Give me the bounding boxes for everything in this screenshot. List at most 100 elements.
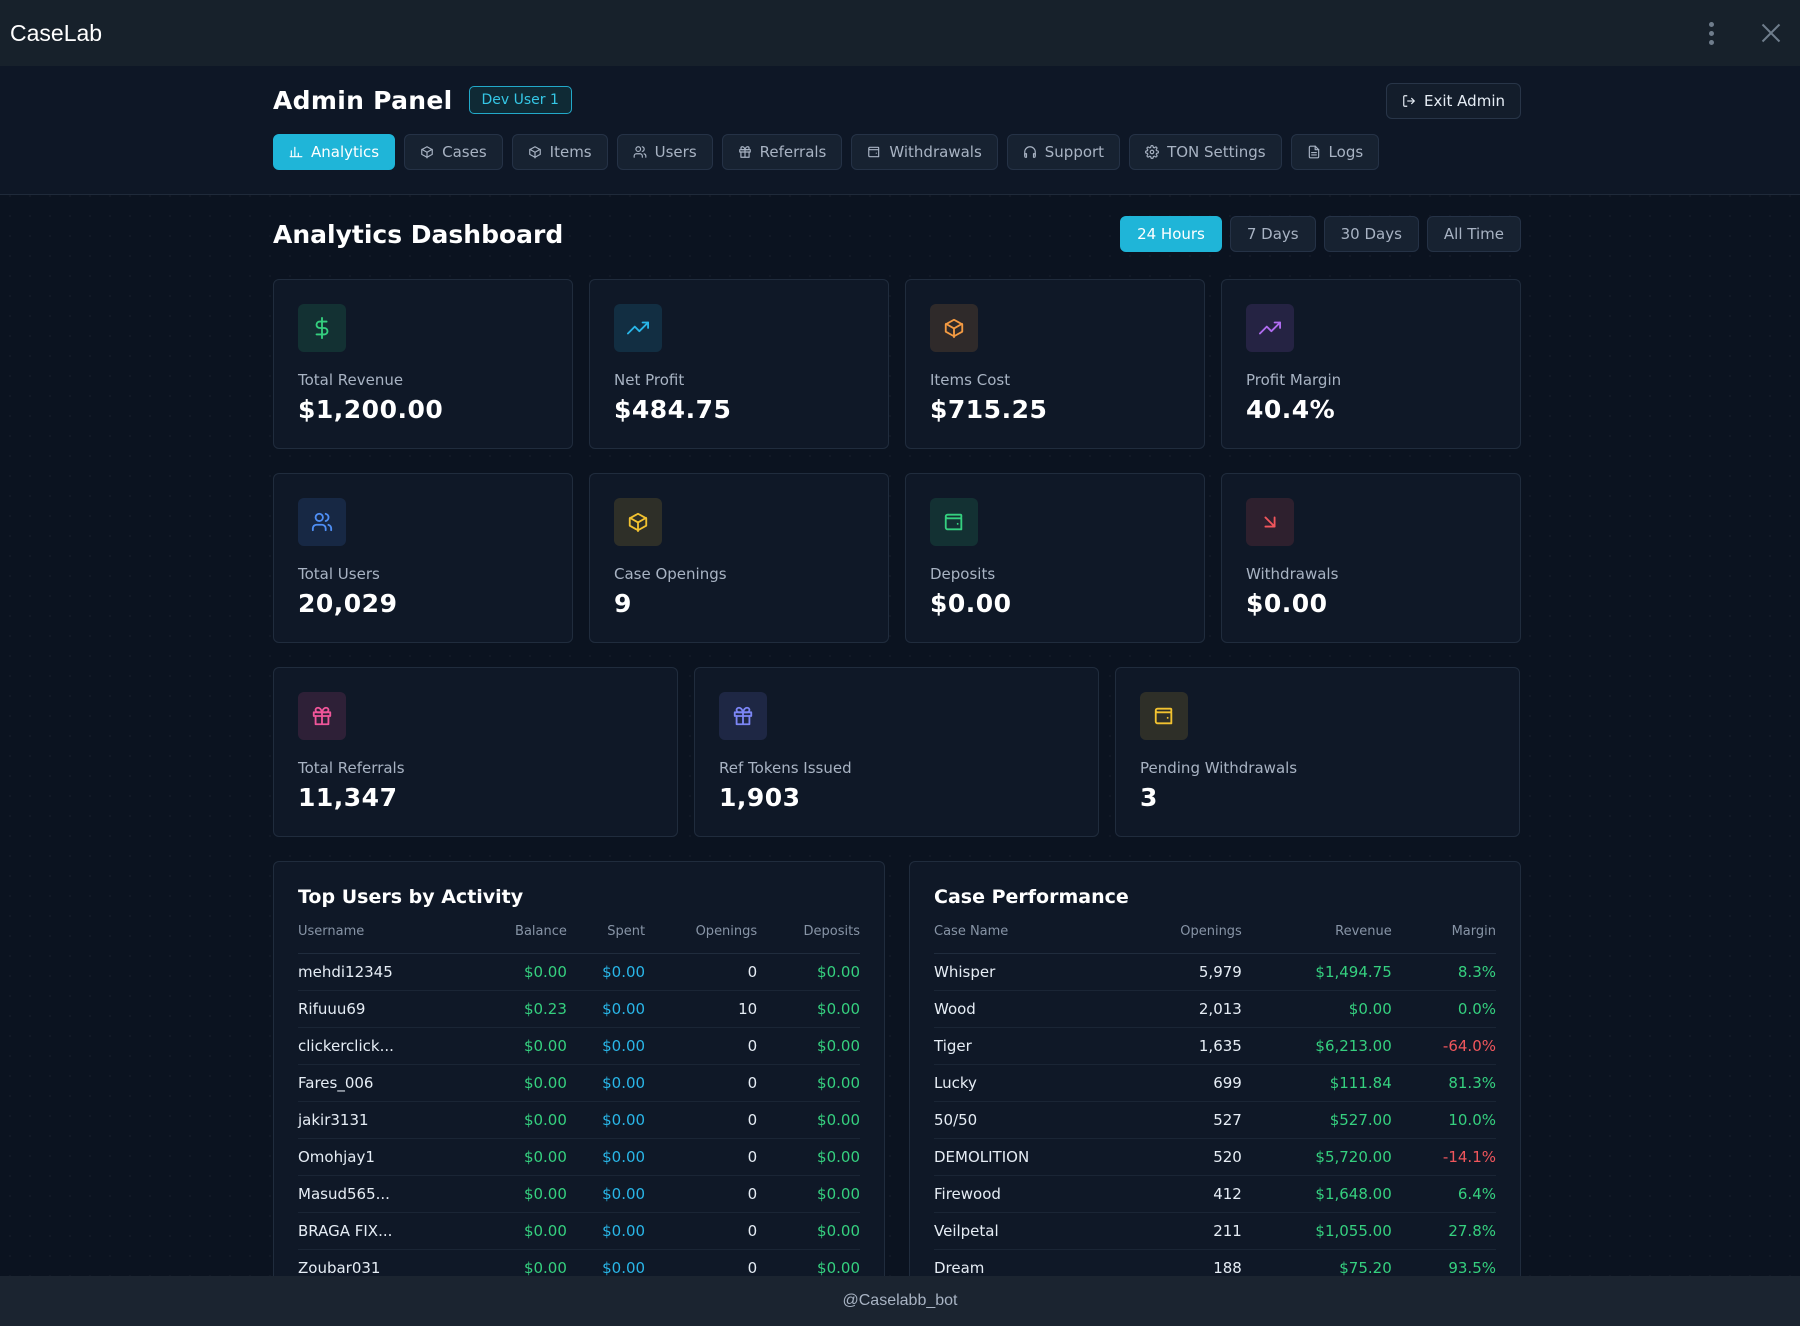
case-performance-table: Case Name Openings Revenue Margin Whisper 5,… xyxy=(934,924,1496,1276)
arrow-down-right-icon xyxy=(1264,516,1276,528)
table-header: Case Name Openings Revenue Margin xyxy=(934,924,1496,954)
stat-label: Total Referrals xyxy=(298,759,405,777)
tab-users[interactable]: Users xyxy=(616,134,713,170)
table-row: DEMOLITION 520 $5,720.00 -14.1% xyxy=(934,1138,1496,1176)
table-row: mehdi12345 $0.00 $0.00 0 $0.00 xyxy=(298,953,860,991)
cell-balance: $0.00 xyxy=(472,953,567,991)
cell-case-name: Dream xyxy=(934,1249,1121,1276)
range-30-days-button[interactable]: 30 Days xyxy=(1323,216,1419,252)
stat-card-ref-tokens-issued: Ref Tokens Issued 1,903 xyxy=(694,667,1099,837)
cell-margin: 6.4% xyxy=(1391,1175,1496,1213)
more-options-icon[interactable] xyxy=(1696,18,1726,48)
stat-value: 3 xyxy=(1140,783,1158,812)
cell-openings: 0 xyxy=(645,1027,758,1065)
table-row: Whisper 5,979 $1,494.75 8.3% xyxy=(934,953,1496,991)
cell-username: mehdi12345 xyxy=(298,953,473,991)
cell-openings: 412 xyxy=(1120,1175,1242,1213)
cell-case-name: Firewood xyxy=(934,1175,1121,1213)
tab-logs[interactable]: Logs xyxy=(1290,134,1380,170)
stat-value: 9 xyxy=(614,589,632,618)
gift-icon xyxy=(312,706,332,726)
admin-content: Admin Panel Dev User 1 Exit Admin Analyt… xyxy=(0,66,1800,1276)
cell-margin: 93.5% xyxy=(1391,1249,1496,1276)
cell-spent: $0.00 xyxy=(566,1064,646,1102)
tab-support[interactable]: Support xyxy=(1006,134,1121,170)
column-header-case-name: Case Name xyxy=(934,924,1121,954)
stat-label: Items Cost xyxy=(930,371,1011,389)
close-icon[interactable] xyxy=(1756,18,1786,48)
cell-deposits: $0.00 xyxy=(757,1175,860,1213)
range-24-hours-button[interactable]: 24 Hours xyxy=(1120,216,1222,252)
admin-title-row: Admin Panel Dev User 1 Exit Admin xyxy=(273,83,1521,119)
cell-username: jakir3131 xyxy=(298,1101,473,1139)
tab-label: Items xyxy=(549,143,592,161)
cell-margin: 27.8% xyxy=(1391,1212,1496,1250)
column-header-spent: Spent xyxy=(566,924,646,954)
box-icon xyxy=(421,146,433,159)
stat-label: Total Users xyxy=(298,565,380,583)
cell-deposits: $0.00 xyxy=(757,1101,860,1139)
cell-margin: 81.3% xyxy=(1391,1064,1496,1102)
gift-icon xyxy=(733,706,753,726)
cell-case-name: Tiger xyxy=(934,1027,1121,1065)
tab-referrals[interactable]: Referrals xyxy=(721,134,843,170)
stat-card-items-cost: Items Cost $715.25 xyxy=(905,279,1205,449)
cell-deposits: $0.00 xyxy=(757,1249,860,1276)
cell-case-name: Lucky xyxy=(934,1064,1121,1102)
trending-up-icon xyxy=(1259,321,1281,335)
tab-ton-settings[interactable]: TON Settings xyxy=(1129,134,1282,170)
cell-spent: $0.00 xyxy=(566,1175,646,1213)
cell-margin: -64.0% xyxy=(1391,1027,1496,1065)
window-controls xyxy=(1696,0,1800,66)
stats-row-financial: Total Revenue $1,200.00 Net Profit $484.75 I… xyxy=(273,279,1521,449)
cell-openings: 0 xyxy=(645,1249,758,1276)
stat-icon-wrap xyxy=(930,498,978,546)
gear-icon xyxy=(1145,145,1160,159)
stat-value: $1,200.00 xyxy=(298,395,444,424)
cell-openings: 0 xyxy=(645,1138,758,1176)
stat-icon-wrap xyxy=(930,304,978,352)
table-row: Fares_006 $0.00 $0.00 0 $0.00 xyxy=(298,1064,860,1102)
tables-section: Top Users by Activity Username Balance Spe… xyxy=(273,861,1521,1276)
range-all-time-button[interactable]: All Time xyxy=(1426,216,1521,252)
stat-card-profit-margin: Profit Margin 40.4% xyxy=(1221,279,1521,449)
stat-label: Deposits xyxy=(930,565,996,583)
cell-openings: 0 xyxy=(645,1212,758,1250)
table-row: BRAGA FIX... $0.00 $0.00 0 $0.00 xyxy=(298,1212,860,1250)
exit-admin-button[interactable]: Exit Admin xyxy=(1386,83,1521,119)
tab-items[interactable]: Items xyxy=(511,134,608,170)
cell-username: clickerclick... xyxy=(298,1027,473,1065)
top-users-panel: Top Users by Activity Username Balance Spe… xyxy=(273,861,885,1276)
stat-value: 20,029 xyxy=(298,589,398,618)
column-header-deposits: Deposits xyxy=(757,924,860,954)
range-7-days-button[interactable]: 7 Days xyxy=(1229,216,1316,252)
table-row: clickerclick... $0.00 $0.00 0 $0.00 xyxy=(298,1027,860,1065)
tab-label: Cases xyxy=(442,143,487,161)
stat-value: $0.00 xyxy=(1246,589,1328,618)
cell-case-name: Veilpetal xyxy=(934,1212,1121,1250)
cell-margin: 10.0% xyxy=(1391,1101,1496,1139)
wallet-icon xyxy=(868,146,880,158)
table-row: Zoubar031 $0.00 $0.00 0 $0.00 xyxy=(298,1249,860,1276)
stat-icon-wrap xyxy=(614,498,662,546)
tab-analytics[interactable]: Analytics xyxy=(273,134,396,170)
table-row: Omohjay1 $0.00 $0.00 0 $0.00 xyxy=(298,1138,860,1176)
cell-margin: 0.0% xyxy=(1391,990,1496,1028)
column-header-margin: Margin xyxy=(1391,924,1496,954)
time-range-selector: 24 Hours 7 Days 30 Days All Time xyxy=(1120,216,1521,252)
cell-deposits: $0.00 xyxy=(757,1138,860,1176)
cell-spent: $0.00 xyxy=(566,1027,646,1065)
tab-cases[interactable]: Cases xyxy=(404,134,503,170)
stat-value: $0.00 xyxy=(930,589,1012,618)
table-row: Rifuuu69 $0.23 $0.00 10 $0.00 xyxy=(298,990,860,1028)
cell-balance: $0.00 xyxy=(472,1101,567,1139)
stat-label: Ref Tokens Issued xyxy=(719,759,852,777)
tab-withdrawals[interactable]: Withdrawals xyxy=(851,134,998,170)
cell-revenue: $527.00 xyxy=(1241,1101,1392,1139)
cell-revenue: $6,213.00 xyxy=(1241,1027,1392,1065)
table-row: jakir3131 $0.00 $0.00 0 $0.00 xyxy=(298,1101,860,1139)
stat-card-total-users: Total Users 20,029 xyxy=(273,473,573,643)
stat-value: $484.75 xyxy=(614,395,732,424)
stat-value: $715.25 xyxy=(930,395,1048,424)
cell-openings: 527 xyxy=(1120,1101,1242,1139)
